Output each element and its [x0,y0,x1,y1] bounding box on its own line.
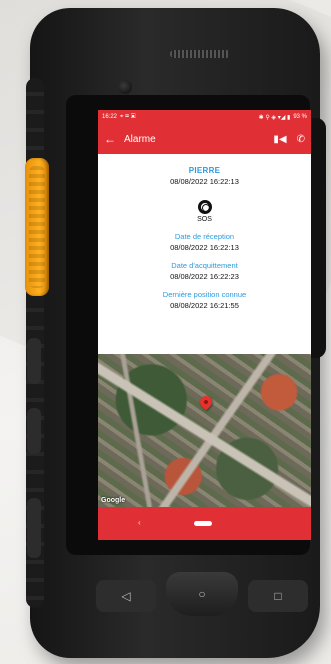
earpiece-speaker [170,50,230,58]
status-right: ✱ ⚲ ◈ ▾◢ ▮ 93 % [259,114,307,121]
videocam-icon[interactable]: ▮◀ [273,134,286,145]
nav-back-chevron-icon[interactable]: ‹ [138,518,141,527]
position-value: 08/08/2022 16:21:55 [170,301,239,310]
hardware-back-key[interactable]: ◁ [96,580,156,612]
map-view[interactable]: Google [98,354,311,507]
reception-value: 08/08/2022 16:22:13 [170,243,239,252]
page-title: Alarme [124,133,156,145]
back-arrow-icon[interactable]: ← [104,132,116,146]
phone-icon[interactable]: ✆ [297,134,305,145]
sos-side-key[interactable] [27,498,41,558]
map-pin-icon[interactable] [197,393,215,411]
volume-up-key[interactable] [27,338,41,384]
position-label: Dernière position connue [162,290,247,299]
front-camera [118,80,132,94]
status-left: 16:22 ⌖ ✉ ▣ [102,114,135,121]
notification-icons: ⌖ ✉ ▣ [120,113,136,120]
app-bar: ← Alarme ▮◀ ✆ [98,124,311,154]
status-time: 16:22 [102,114,118,120]
volume-down-key[interactable] [27,408,41,454]
ptt-button[interactable] [25,158,49,296]
home-pill[interactable] [194,521,212,526]
battery-level: 93 % [293,114,307,120]
user-name: PIERRE [188,166,221,175]
app-bar-actions: ▮◀ ✆ [273,134,305,145]
reception-label: Date de réception [174,232,235,241]
ack-label: Date d'acquittement [171,261,238,270]
ack-value: 08/08/2022 16:22:23 [170,272,239,281]
hardware-home-key[interactable]: ○ [166,572,238,616]
ptt-grip [29,166,45,288]
status-bar: 16:22 ⌖ ✉ ▣ ✱ ⚲ ◈ ▾◢ ▮ 93 % [98,110,311,124]
navigation-bar: ‹ [98,507,311,540]
alarm-datetime: 08/08/2022 16:22:13 [170,177,239,186]
lifebuoy-icon [197,200,212,214]
alarm-details: PIERRE 08/08/2022 16:22:13 SOS Date de r… [98,154,311,310]
system-icons: ✱ ⚲ ◈ ▾◢ ▮ [258,114,291,121]
hardware-recents-key[interactable]: □ [248,580,308,612]
google-attribution: Google [101,497,126,504]
phone-screen: 16:22 ⌖ ✉ ▣ ✱ ⚲ ◈ ▾◢ ▮ 93 % ← Alarme ▮◀ … [98,110,311,540]
alarm-type: SOS [197,216,212,223]
hardware-buttons: ◁ ○ □ [96,572,312,622]
